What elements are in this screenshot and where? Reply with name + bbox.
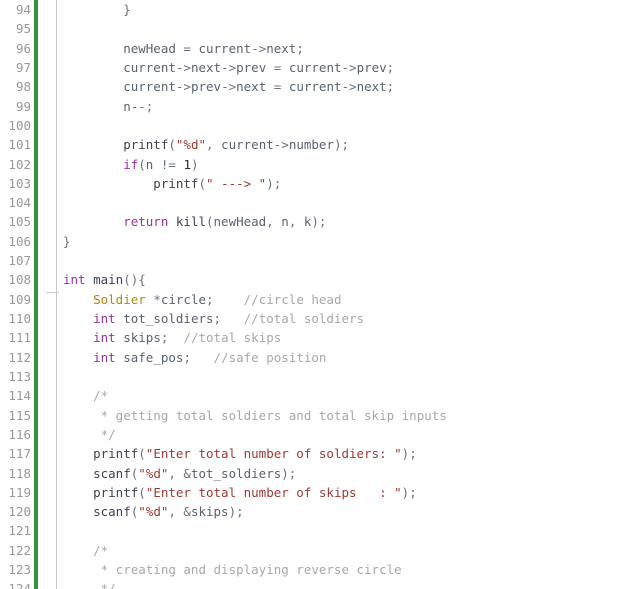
code-line-108: int main(){	[63, 272, 146, 288]
line-number: 97	[15, 59, 31, 75]
code-line-124: */	[63, 581, 116, 589]
line-number: 124	[8, 581, 31, 589]
code-line-98: current->prev->next = current->next;	[63, 79, 395, 95]
line-number: 118	[8, 465, 31, 481]
code-editor[interactable]: 94 95 96 97 98 99 100 101 102 103 104 10…	[0, 0, 625, 589]
line-number: 98	[15, 79, 31, 95]
code-line-96: newHead = current->next;	[63, 40, 304, 56]
line-number: 95	[15, 21, 31, 37]
code-line-123: * creating and displaying reverse circle	[63, 562, 402, 578]
line-number: 104	[8, 195, 31, 211]
line-number: 100	[8, 117, 31, 133]
line-number: 107	[8, 253, 31, 269]
code-line-116: */	[63, 426, 116, 442]
line-number: 112	[8, 349, 31, 365]
code-line-118: scanf("%d", &tot_soldiers);	[63, 465, 297, 481]
code-line-111: int skips; //total skips	[63, 330, 282, 346]
code-line-114: /*	[63, 388, 109, 404]
line-number: 105	[8, 214, 31, 230]
code-line-99: n--;	[63, 98, 154, 114]
code-line-97: current->next->prev = current->prev;	[63, 59, 395, 75]
line-number: 120	[8, 504, 31, 520]
line-number: 111	[8, 330, 31, 346]
code-line-122: /*	[63, 542, 109, 558]
code-line-120: scanf("%d", &skips);	[63, 504, 244, 520]
line-number: 114	[8, 388, 31, 404]
code-line-112: int safe_pos; //safe position	[63, 349, 327, 365]
code-line-117: printf("Enter total number of soldiers: …	[63, 446, 417, 462]
line-number: 99	[15, 98, 31, 114]
line-number: 108	[8, 272, 31, 288]
line-number: 96	[15, 40, 31, 56]
line-number: 109	[8, 291, 31, 307]
line-number-gutter: 94 95 96 97 98 99 100 101 102 103 104 10…	[0, 0, 33, 589]
code-line-119: printf("Enter total number of skips : ")…	[63, 484, 417, 500]
vcs-change-marker-bar[interactable]	[34, 0, 38, 589]
line-number: 106	[8, 233, 31, 249]
line-number: 103	[8, 175, 31, 191]
code-line-110: int tot_soldiers; //total soldiers	[63, 311, 365, 326]
code-line-105: return kill(newHead, n, k);	[63, 214, 327, 230]
code-line-103: printf(" ---> ");	[63, 175, 282, 191]
code-text-area[interactable]: } newHead = current->next; current->next…	[57, 0, 625, 589]
code-line-102: if(n != 1)	[63, 156, 199, 172]
code-line-106: }	[63, 233, 71, 249]
line-number: 117	[8, 446, 31, 462]
line-number: 123	[8, 562, 31, 578]
code-line-94: }	[63, 2, 131, 17]
code-line-115: * getting total soldiers and total skip …	[63, 407, 447, 423]
line-number: 119	[8, 484, 31, 500]
line-number: 115	[8, 407, 31, 423]
line-number: 102	[8, 156, 31, 172]
line-number: 116	[8, 426, 31, 442]
line-number: 121	[8, 523, 31, 539]
line-number: 101	[8, 137, 31, 153]
line-number: 113	[8, 368, 31, 384]
code-line-109: Soldier *circle; //circle head	[63, 291, 342, 307]
code-line-101: printf("%d", current->number);	[63, 137, 350, 153]
line-number: 94	[15, 2, 31, 17]
line-number: 110	[8, 311, 31, 326]
line-number: 122	[8, 542, 31, 558]
